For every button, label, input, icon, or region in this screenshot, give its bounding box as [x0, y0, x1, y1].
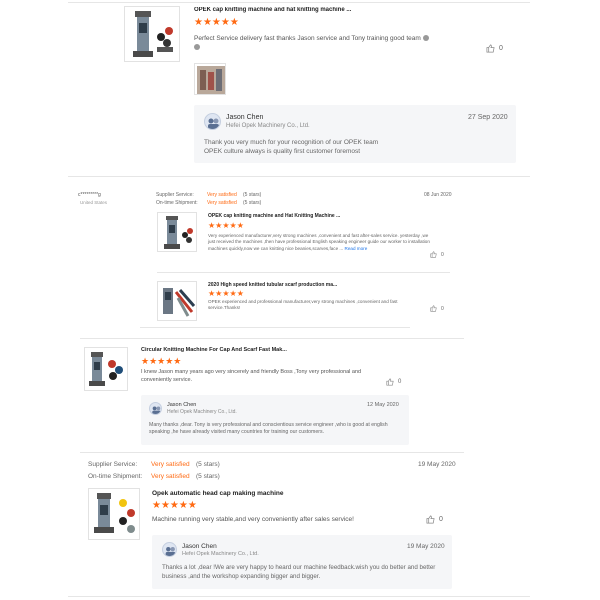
like-button[interactable]: 0: [386, 378, 401, 386]
buyer-name: c*********g: [78, 192, 101, 198]
reply-text-line: OPEK culture always is quality first cus…: [204, 148, 361, 156]
like-count: 0: [439, 516, 443, 523]
seller-name: Jason Chen: [182, 543, 217, 550]
seller-avatar: [149, 402, 162, 415]
ontime-shipment-label: On-time Shipment:: [156, 200, 198, 206]
read-more-link[interactable]: Read more: [345, 246, 368, 251]
machine-image: [94, 493, 135, 533]
reply-date: 27 Sep 2020: [468, 114, 508, 121]
divider: [68, 2, 530, 3]
product-title[interactable]: OPEK cap knitting machine and Hat Knitti…: [208, 213, 388, 219]
thumbs-up-icon: [486, 44, 495, 53]
review-text: OPEK experienced and professional manufa…: [208, 299, 398, 311]
thumbs-up-icon: [430, 251, 437, 258]
reply-date: 19 May 2020: [407, 543, 445, 550]
divider: [157, 272, 450, 273]
like-button[interactable]: 0: [486, 44, 503, 53]
reply-text: Thanks a lot ,dear !We are very happy to…: [162, 564, 436, 580]
review-date: 08 Jun 2020: [424, 192, 452, 198]
thumbs-up-icon: [430, 305, 437, 312]
ontime-shipment-value: Very satisfied: [151, 473, 190, 480]
photo-image: [197, 66, 225, 94]
seller-company: Hefei Opek Machinery Co., Ltd.: [182, 551, 259, 557]
ontime-shipment-stars: (5 stars): [196, 473, 220, 480]
supplier-service-stars: (5 stars): [243, 192, 262, 198]
rating-stars: ★★★★★: [152, 500, 197, 511]
review-text: Machine running very stable,and very con…: [152, 516, 354, 523]
seller-company: Hefei Opek Machinery Co., Ltd.: [167, 409, 237, 415]
like-button[interactable]: 0: [426, 515, 443, 524]
product-thumbnail[interactable]: [124, 6, 180, 62]
buyer-country: United States: [80, 200, 108, 205]
ontime-shipment-value: Very satisfied: [207, 200, 237, 206]
reply-text-line: Thank you very much for your recognition…: [204, 139, 379, 146]
divider: [80, 338, 464, 339]
seller-name: Jason Chen: [167, 402, 197, 408]
rating-stars: ★★★★★: [194, 17, 239, 28]
product-title[interactable]: Opek automatic head cap making machine: [152, 490, 372, 497]
ontime-shipment-stars: (5 stars): [243, 200, 262, 206]
seller-avatar: [162, 542, 177, 557]
user-icon: [208, 118, 219, 129]
seller-reply: Jason Chen Hefei Opek Machinery Co., Ltd…: [141, 395, 409, 445]
product-thumbnail[interactable]: [88, 488, 140, 540]
reply-date: 12 May 2020: [367, 402, 399, 408]
supplier-service-value: Very satisfied: [207, 192, 237, 198]
machine-image: [89, 352, 123, 386]
supplier-service-label: Supplier Service:: [156, 192, 194, 198]
seller-reply: Jason Chen Hefei Opek Machinery Co., Ltd…: [194, 105, 516, 163]
review-date: 19 May 2020: [418, 461, 456, 468]
product-thumbnail[interactable]: [157, 212, 197, 252]
thumbs-up-icon: [426, 515, 435, 524]
like-count: 0: [441, 305, 444, 312]
seller-name: Jason Chen: [226, 114, 264, 121]
review-text-content: Perfect Service delivery fast thanks Jas…: [194, 35, 421, 42]
like-count: 0: [398, 379, 402, 385]
like-count: 0: [441, 251, 444, 258]
seller-avatar: [204, 113, 221, 130]
user-icon: [165, 546, 176, 556]
thumbs-up-icon: [386, 378, 394, 386]
supplier-service-value: Very satisfied: [151, 461, 190, 468]
product-thumbnail[interactable]: [84, 347, 128, 391]
ontime-shipment-label: On-time Shipment:: [88, 473, 143, 480]
divider: [80, 452, 464, 453]
reply-text: Many thanks ,dear. Tony is very professi…: [149, 422, 388, 436]
seller-company: Hefei Opek Machinery Co., Ltd.: [226, 123, 310, 129]
machine-image: [163, 288, 196, 317]
product-title[interactable]: 2020 High speed knitted tubular scarf pr…: [208, 282, 388, 288]
reply-text: Thank you very much for your recognition…: [204, 138, 504, 156]
machine-image: [133, 11, 173, 57]
rating-stars: ★★★★★: [208, 289, 244, 298]
divider: [68, 176, 530, 177]
emoji-icon: [422, 35, 429, 42]
emoji-icon: [194, 44, 200, 51]
product-title[interactable]: OPEK cap knitting machine and hat knitti…: [194, 7, 394, 13]
supplier-service-label: Supplier Service:: [88, 461, 138, 468]
machine-image: [164, 216, 193, 249]
divider: [68, 596, 530, 597]
divider: [140, 327, 410, 328]
like-button[interactable]: 0: [430, 305, 444, 312]
like-count: 0: [499, 45, 503, 52]
user-icon: [152, 406, 161, 414]
review-text: Perfect Service delivery fast thanks Jas…: [194, 34, 464, 52]
rating-stars: ★★★★★: [141, 356, 182, 366]
review-photo[interactable]: [194, 63, 226, 95]
rating-stars: ★★★★★: [208, 221, 244, 230]
product-thumbnail[interactable]: [157, 281, 197, 321]
supplier-service-stars: (5 stars): [196, 461, 220, 468]
product-title[interactable]: Circular Knitting Machine For Cap And Sc…: [141, 347, 341, 353]
review-text-content: Very experienced manufacturer,very stron…: [208, 233, 430, 251]
review-text: Very experienced manufacturer,very stron…: [208, 233, 430, 252]
review-text: I knew Jason many years ago very sincere…: [141, 369, 362, 383]
like-button[interactable]: 0: [430, 251, 444, 258]
seller-reply: Jason Chen Hefei Opek Machinery Co., Ltd…: [152, 535, 452, 589]
